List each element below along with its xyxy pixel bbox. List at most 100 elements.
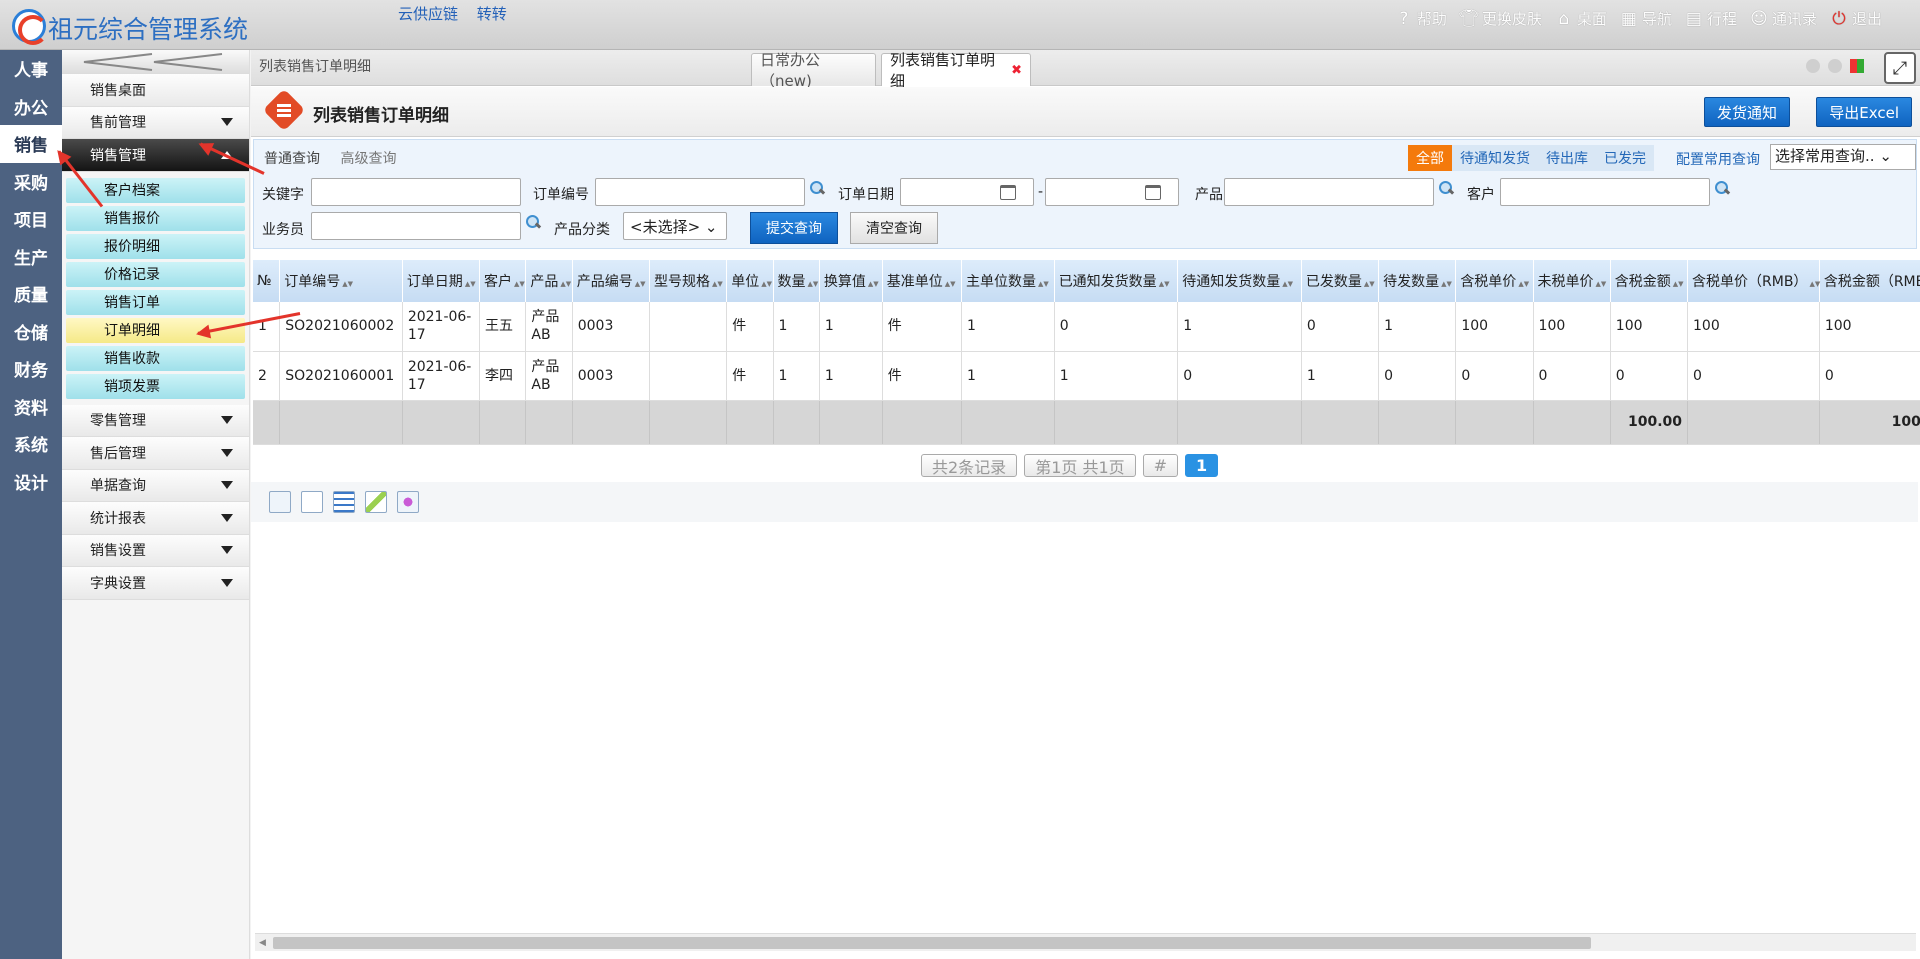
column-header[interactable]: 单位 ▲▼ — [726, 260, 774, 302]
scrollbar-thumb[interactable] — [273, 937, 1591, 949]
tab-daily-office[interactable]: 日常办公（new) — [751, 51, 876, 90]
page-jump-button[interactable]: # — [1142, 454, 1179, 477]
sub-item-quote-detail[interactable]: 报价明细 — [66, 233, 245, 259]
customer-input[interactable] — [1500, 178, 1710, 206]
sidebar-item-aftersales[interactable]: 售后管理 — [62, 437, 249, 470]
salesman-input[interactable] — [311, 212, 521, 240]
document-icon[interactable] — [301, 491, 323, 513]
page-1-button[interactable]: 1 — [1185, 454, 1219, 477]
tool-schedule[interactable]: ▤ 行程 — [1684, 8, 1737, 29]
rail-item-hr[interactable]: 人事 — [0, 50, 62, 88]
clear-query-button[interactable]: 清空查询 — [850, 212, 938, 244]
sort-icon[interactable]: ▲▼ — [1282, 280, 1293, 288]
horizontal-scrollbar[interactable]: ◀ — [255, 933, 1916, 951]
column-header[interactable]: 已发数量 ▲▼ — [1301, 260, 1380, 302]
table-row[interactable]: 2 SO2021060001 2021-06-17 李四 产品AB 0003 件 1 1 件 1 1 0… — [253, 351, 1920, 401]
sort-icon[interactable]: ▲▼ — [712, 280, 723, 288]
saved-query-select[interactable]: 选择常用查询.. ⌄ — [1770, 144, 1916, 170]
column-header[interactable]: 含税金额（RMB）▲▼ — [1819, 260, 1920, 302]
column-header[interactable]: 订单编号 ▲▼ — [279, 260, 403, 302]
ship-notice-button[interactable]: 发货通知 — [1703, 97, 1790, 127]
sort-icon[interactable]: ▲▼ — [1364, 280, 1375, 288]
sort-icon[interactable]: ▲▼ — [465, 280, 476, 288]
sidebar-item-sales-settings[interactable]: 销售设置 — [62, 534, 249, 567]
settings-icon[interactable] — [397, 491, 419, 513]
sub-item-sales-quote[interactable]: 销售报价 — [66, 205, 245, 231]
sort-icon[interactable]: ▲▼ — [1441, 280, 1452, 288]
sidebar-item-reports[interactable]: 统计报表 — [62, 502, 249, 535]
sort-icon[interactable]: ▲▼ — [1518, 280, 1529, 288]
sort-icon[interactable]: ▲▼ — [1809, 280, 1820, 288]
column-header[interactable]: 待发数量 ▲▼ — [1378, 260, 1457, 302]
select-all-icon[interactable] — [269, 491, 291, 513]
column-header[interactable]: 未税单价 ▲▼ — [1533, 260, 1611, 302]
sort-icon[interactable]: ▲▼ — [1596, 280, 1607, 288]
rail-item-warehouse[interactable]: 仓储 — [0, 313, 62, 351]
fullscreen-icon[interactable]: ⤢ — [1884, 52, 1916, 84]
search-icon[interactable] — [525, 214, 541, 230]
sort-icon[interactable]: ▲▼ — [808, 280, 819, 288]
column-header[interactable]: 产品 ▲▼ — [525, 260, 573, 302]
tab-advanced-query[interactable]: 高级查询 — [340, 151, 396, 167]
tool-logout[interactable]: ⏻ 退出 — [1829, 8, 1882, 29]
sort-icon[interactable]: ▲▼ — [635, 280, 646, 288]
category-select[interactable]: <未选择> ⌄ — [623, 212, 727, 240]
scroll-left-icon[interactable]: ◀ — [259, 938, 266, 948]
tool-contacts[interactable]: ☺ 通讯录 — [1749, 8, 1817, 29]
order-no-input[interactable] — [595, 178, 805, 206]
column-header[interactable]: 订单日期 ▲▼ — [402, 260, 481, 302]
rail-item-sales[interactable]: 销售 — [0, 125, 62, 163]
sort-icon[interactable]: ▲▼ — [342, 280, 353, 288]
sub-item-sales-order[interactable]: 销售订单 — [66, 289, 245, 315]
status-tab-shipped[interactable]: 已发完 — [1596, 145, 1654, 171]
submit-query-button[interactable]: 提交查询 — [750, 212, 838, 244]
collapse-sidebar-button[interactable] — [62, 50, 249, 74]
search-icon[interactable] — [1714, 180, 1730, 196]
sort-icon[interactable]: ▲▼ — [945, 280, 956, 288]
sidebar-item-doc-query[interactable]: 单据查询 — [62, 469, 249, 502]
tool-nav[interactable]: ▦ 导航 — [1619, 8, 1672, 29]
status-tab-pending-notice[interactable]: 待通知发货 — [1452, 145, 1538, 171]
tool-skin[interactable]: 👕︎ 更换皮肤 — [1458, 8, 1542, 29]
export-excel-button[interactable]: 导出Excel — [1816, 97, 1912, 127]
column-header[interactable]: 已通知发货数量 ▲▼ — [1054, 260, 1179, 302]
rail-item-system[interactable]: 系统 — [0, 425, 62, 463]
sort-icon[interactable]: ▲▼ — [560, 280, 571, 288]
sub-item-customer-file[interactable]: 客户档案 — [66, 177, 245, 203]
search-icon[interactable] — [1438, 180, 1454, 196]
column-header[interactable]: 型号规格 ▲▼ — [649, 260, 728, 302]
prev-tab-icon[interactable] — [1806, 59, 1820, 73]
rail-item-finance[interactable]: 财务 — [0, 350, 62, 388]
rail-item-production[interactable]: 生产 — [0, 238, 62, 276]
link-cloud-supply-chain[interactable]: 云供应链 — [398, 5, 458, 23]
sub-item-sales-receipt[interactable]: 销售收款 — [66, 345, 245, 371]
column-header[interactable]: 含税金额 ▲▼ — [1610, 260, 1689, 302]
column-header[interactable]: 换算值 ▲▼ — [819, 260, 883, 302]
column-header[interactable]: 客户 ▲▼ — [479, 260, 527, 302]
rail-item-purchase[interactable]: 采购 — [0, 163, 62, 201]
keyword-input[interactable] — [311, 178, 521, 206]
column-header[interactable]: 基准单位 ▲▼ — [882, 260, 963, 302]
tool-desktop[interactable]: ⌂ 桌面 — [1554, 8, 1607, 29]
sub-item-output-invoice[interactable]: 销项发票 — [66, 373, 245, 399]
sidebar-item-presales[interactable]: 售前管理 — [62, 106, 249, 139]
rail-item-data[interactable]: 资料 — [0, 388, 62, 426]
calendar-icon[interactable] — [1145, 185, 1161, 200]
column-header[interactable]: 主单位数量 ▲▼ — [961, 260, 1055, 302]
sidebar-item-dictionary[interactable]: 字典设置 — [62, 567, 249, 600]
rail-item-design[interactable]: 设计 — [0, 463, 62, 501]
table-icon[interactable] — [333, 491, 355, 513]
calendar-icon[interactable] — [1000, 185, 1016, 200]
sidebar-item-sales-desktop[interactable]: 销售桌面 — [62, 74, 249, 107]
search-icon[interactable] — [809, 180, 825, 196]
sort-icon[interactable]: ▲▼ — [1673, 280, 1684, 288]
column-header[interactable]: 含税单价 ▲▼ — [1455, 260, 1534, 302]
rail-item-office[interactable]: 办公 — [0, 88, 62, 126]
edit-icon[interactable] — [365, 491, 387, 513]
sort-icon[interactable]: ▲▼ — [1038, 280, 1049, 288]
link-zhuanzhuan[interactable]: 转转 — [477, 5, 507, 23]
sort-icon[interactable]: ▲▼ — [761, 280, 772, 288]
sort-icon[interactable]: ▲▼ — [514, 280, 525, 288]
tool-help[interactable]: ? 帮助 — [1394, 8, 1447, 29]
sub-item-price-record[interactable]: 价格记录 — [66, 261, 245, 287]
